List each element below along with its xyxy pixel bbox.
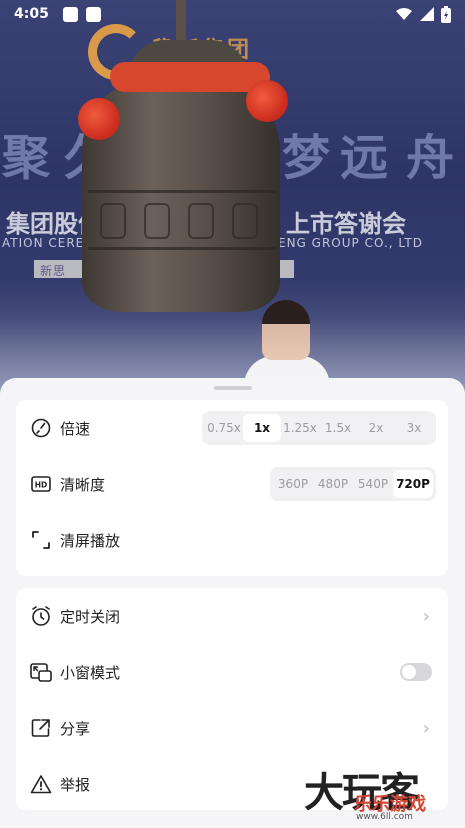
- report-label: 举报: [60, 775, 91, 794]
- backdrop-heading-right: 上市答谢会: [286, 210, 406, 238]
- notification-icon: [85, 6, 101, 22]
- mini-window-toggle[interactable]: [400, 663, 432, 681]
- sheet-drag-handle[interactable]: [214, 386, 252, 390]
- backdrop-char: 梦: [282, 130, 339, 186]
- warning-icon: [30, 773, 52, 795]
- speed-option-selected[interactable]: 1x: [243, 414, 281, 442]
- svg-text:HD: HD: [35, 481, 48, 490]
- quality-row: HD 清晰度 360P 480P 540P 720P: [16, 456, 448, 512]
- backdrop-subheading-right: ENG GROUP CO., LTD: [278, 236, 423, 250]
- site-watermark: 大玩客 乐乐游戏 www.6ll.com: [304, 760, 464, 826]
- quality-option-selected[interactable]: 720P: [393, 470, 433, 498]
- battery-icon: [441, 5, 451, 23]
- status-time: 4:05: [14, 6, 49, 22]
- quality-label: 清晰度: [60, 475, 106, 494]
- hd-icon: HD: [30, 473, 52, 495]
- mini-window-label: 小窗模式: [60, 663, 121, 682]
- watermark-url: www.6ll.com: [356, 812, 413, 822]
- chevron-right-icon: ›: [422, 717, 430, 739]
- alarm-clock-icon: [30, 605, 52, 627]
- status-bar: 4:05: [0, 0, 465, 28]
- playback-settings-card: 倍速 0.75x 1x 1.25x 1.5x 2x 3x HD 清晰度 360P…: [16, 400, 448, 576]
- speedometer-icon: [30, 417, 52, 439]
- backdrop-char: 远: [340, 130, 397, 186]
- signal-icon: [420, 7, 434, 21]
- speed-option[interactable]: 2x: [357, 414, 395, 442]
- share-row[interactable]: 分享 ›: [16, 700, 448, 756]
- speed-option[interactable]: 1.25x: [281, 414, 319, 442]
- fullscreen-icon: [30, 529, 52, 551]
- notification-icon: [62, 6, 78, 22]
- backdrop-char: 聚: [2, 130, 59, 186]
- red-ribbon: [110, 62, 270, 92]
- share-label: 分享: [60, 719, 91, 738]
- wifi-icon: [396, 8, 412, 20]
- quality-option[interactable]: 540P: [353, 470, 393, 498]
- video-player[interactable]: 稳任集团 UP 聚 久 梦 远 舟 集团股份 上市答谢会 ATION CEREM…: [0, 0, 465, 400]
- timer-row[interactable]: 定时关闭 ›: [16, 588, 448, 644]
- bell-ornament-band: [88, 190, 276, 250]
- backdrop-banner-text: 新思: [40, 264, 67, 278]
- speed-selector: 0.75x 1x 1.25x 1.5x 2x 3x: [202, 411, 436, 445]
- mini-window-row: 小窗模式: [16, 644, 448, 700]
- timer-label: 定时关闭: [60, 607, 121, 626]
- chevron-right-icon: ›: [422, 605, 430, 627]
- picture-in-picture-icon: [30, 661, 52, 683]
- clear-screen-row[interactable]: 清屏播放: [16, 512, 448, 568]
- backdrop-char: 舟: [406, 130, 463, 186]
- speed-label: 倍速: [60, 419, 91, 438]
- ribbon-flower-left: [78, 98, 120, 140]
- presenter: [262, 300, 310, 360]
- quality-selector: 360P 480P 540P 720P: [270, 467, 436, 501]
- speed-row: 倍速 0.75x 1x 1.25x 1.5x 2x 3x: [16, 400, 448, 456]
- quality-option[interactable]: 480P: [313, 470, 353, 498]
- clear-screen-label: 清屏播放: [60, 531, 121, 550]
- speed-option[interactable]: 3x: [395, 414, 433, 442]
- speed-option[interactable]: 1.5x: [319, 414, 357, 442]
- ribbon-flower-right: [246, 80, 288, 122]
- speed-option[interactable]: 0.75x: [205, 414, 243, 442]
- quality-option[interactable]: 360P: [273, 470, 313, 498]
- share-icon: [30, 717, 52, 739]
